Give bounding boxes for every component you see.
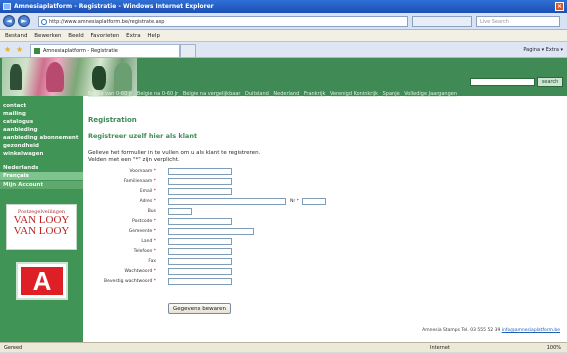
save-button[interactable]: Gegevens bewaren [168, 303, 231, 314]
telefoon-field[interactable] [168, 248, 232, 255]
sidebar-item-winkelwagen[interactable]: winkelwagen [0, 150, 83, 158]
tab-bar: ★ ★ Amnesiaplatform - Registratie Pagina… [0, 42, 567, 58]
add-favorite-icon[interactable]: ★ [16, 45, 23, 54]
field-label: Adres * [139, 199, 156, 204]
web-page: search Belgie van 0-60 jr Belgie na 0-60… [0, 58, 567, 342]
menu-item[interactable]: Favorieten [91, 30, 120, 42]
confirm-password-field[interactable] [168, 278, 232, 285]
site-search-button[interactable]: search [537, 77, 563, 87]
nr-field[interactable] [302, 198, 326, 205]
registration-content: Registration Registreer uzelf hier als k… [88, 98, 563, 342]
sidebar-item-contact[interactable]: contact [0, 102, 83, 110]
field-label: Bevestig wachtwoord * [104, 279, 156, 284]
sidebar-item-account[interactable]: Mijn Account [0, 181, 83, 189]
topnav-link[interactable]: Nederland [273, 91, 299, 97]
topnav-link[interactable]: Frankrijk [304, 91, 325, 97]
fax-field[interactable] [168, 258, 232, 265]
window-title: Amnesiaplatform - Registratie - Windows … [14, 3, 214, 10]
topnav-link[interactable]: Duitsland [245, 91, 269, 97]
site-search-input[interactable] [470, 78, 535, 86]
email-field[interactable] [168, 188, 232, 195]
menu-item[interactable]: Help [147, 30, 160, 42]
page-title: Registration [88, 116, 137, 124]
van-looy-ad[interactable]: Postzegelveilingen VAN LOOY VAN LOOY [6, 204, 77, 250]
back-button[interactable]: ◄ [3, 15, 15, 27]
sidebar-item-nederlands[interactable]: Nederlands [0, 164, 83, 172]
sidebar-item-mailing[interactable]: mailing [0, 110, 83, 118]
postcode-field[interactable] [168, 218, 232, 225]
sidebar-item-gezondheid[interactable]: gezondheid [0, 142, 83, 150]
menu-item[interactable]: Bestand [5, 30, 28, 42]
command-bar[interactable]: Pagina ▾ Extra ▾ [523, 45, 563, 55]
amnesia-logo[interactable]: A [16, 262, 68, 300]
footer-email-link[interactable]: info@amnesiaplatform.be [502, 328, 560, 333]
sidebar-item-francais[interactable]: Français [0, 172, 83, 180]
password-field[interactable] [168, 268, 232, 275]
field-label: Familienaam * [123, 179, 156, 184]
form-intro: Gelieve het formulier in te vullen om u … [88, 150, 261, 163]
land-field[interactable] [168, 238, 232, 245]
page-footer: Amnesia Stamps Tel. 03 555 52 39 info@am… [422, 328, 560, 333]
address-row: ◄ ► http://www.amnesiaplatform.be/regist… [0, 13, 567, 30]
menu-item[interactable]: Bewerken [34, 30, 61, 42]
top-navigation: Belgie van 0-60 jr Belgie na 0-60 jr Bel… [88, 90, 548, 98]
menu-item[interactable]: Beeld [68, 30, 84, 42]
menu-bar: Bestand Bewerken Beeld Favorieten Extra … [0, 30, 567, 42]
search-input[interactable]: Live Search [476, 16, 560, 27]
topnav-link[interactable]: Belgie na vergelijkbaar [183, 91, 241, 97]
close-button[interactable]: × [555, 2, 564, 11]
topnav-link[interactable]: Spanje [383, 91, 400, 97]
topnav-link[interactable]: Volledige Jaargangen [404, 91, 457, 97]
gemeente-field[interactable] [168, 228, 254, 235]
forward-button[interactable]: ► [18, 15, 30, 27]
ad-name: VAN LOOY [13, 225, 70, 237]
field-label: Email * [139, 189, 156, 194]
field-label: Bus [147, 209, 156, 214]
bus-field[interactable] [168, 208, 192, 215]
field-label: Land * [141, 239, 156, 244]
field-label: Gemeente * [128, 229, 156, 234]
browser-window: Amnesiaplatform - Registratie - Windows … [0, 0, 567, 352]
page-icon [41, 19, 47, 25]
sidebar-item-abonnement[interactable]: aanbieding abonnement [0, 134, 83, 142]
title-bar: Amnesiaplatform - Registratie - Windows … [0, 0, 567, 13]
nr-label: Nr * [290, 199, 299, 204]
tab-favicon-icon [34, 48, 40, 54]
ie-icon [3, 3, 11, 10]
voornaam-field[interactable] [168, 168, 232, 175]
field-label: Postcode * [132, 219, 156, 224]
topnav-link[interactable]: Belgie van 0-60 jr [88, 91, 132, 97]
familienaam-field[interactable] [168, 178, 232, 185]
favorites-star-icon[interactable]: ★ [4, 45, 11, 54]
new-tab-button[interactable] [180, 44, 196, 57]
address-input[interactable]: http://www.amnesiaplatform.be/registrate… [38, 16, 408, 27]
tab-label: Amnesiaplatform - Registratie [43, 48, 118, 54]
field-label: Voornaam * [129, 169, 156, 174]
logo-letter: A [21, 267, 63, 295]
field-label: Fax [148, 259, 156, 264]
status-bar: Gereed Internet 100% [0, 342, 567, 352]
menu-item[interactable]: Extra [126, 30, 141, 42]
adres-field[interactable] [168, 198, 286, 205]
field-label: Wachtwoord * [124, 269, 156, 274]
address-url: http://www.amnesiaplatform.be/registrate… [49, 19, 165, 25]
topnav-link[interactable]: Belgie na 0-60 jr [137, 91, 178, 97]
sidebar-item-catalogus[interactable]: catalogus [0, 118, 83, 126]
site-banner: search Belgie van 0-60 jr Belgie na 0-60… [0, 58, 567, 98]
page-subtitle: Registreer uzelf hier als klant [88, 132, 198, 140]
tab-active[interactable]: Amnesiaplatform - Registratie [30, 44, 180, 57]
sidebar-item-aanbieding[interactable]: aanbieding [0, 126, 83, 134]
status-text: Gereed [4, 345, 23, 351]
refresh-stop-buttons[interactable] [412, 16, 472, 27]
site-sidebar: contact mailing catalogus aanbieding aan… [0, 96, 83, 342]
topnav-link[interactable]: Verenigd Koninkrijk [330, 91, 378, 97]
field-label: Telefoon * [133, 249, 156, 254]
